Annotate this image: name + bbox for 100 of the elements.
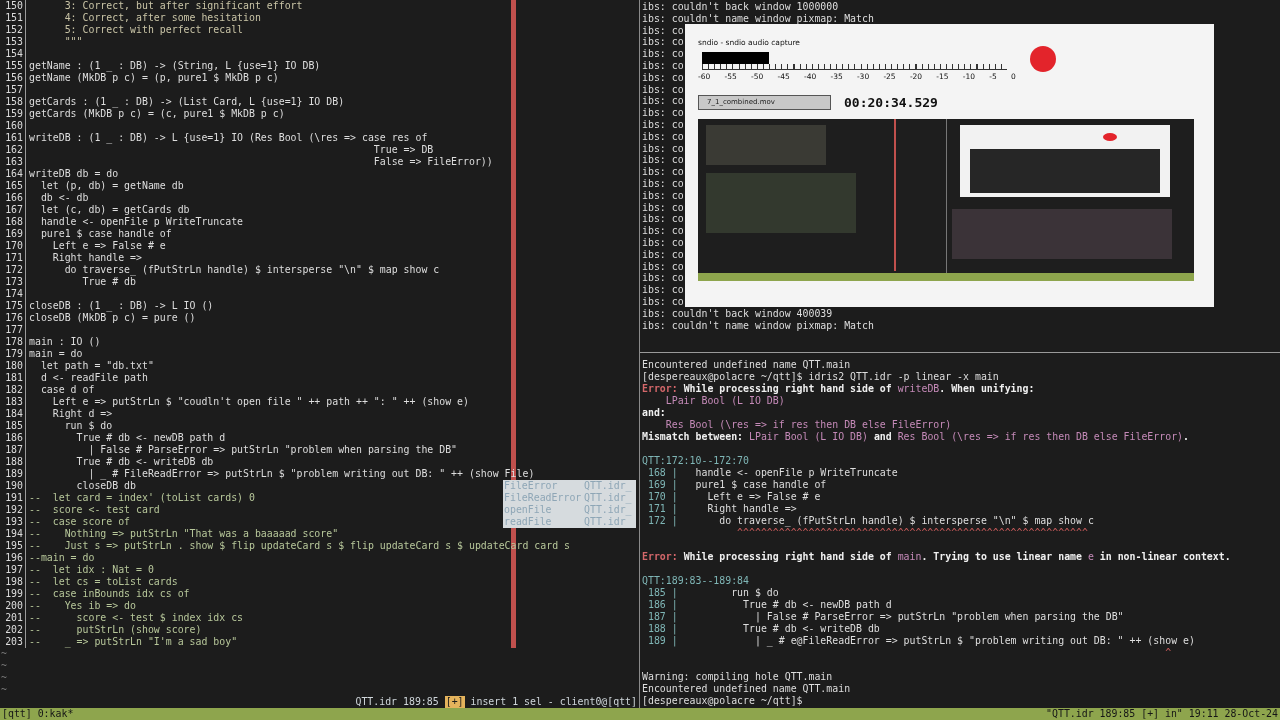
empty-line-marker: ~: [1, 648, 7, 659]
completion-item[interactable]: FileReadError QTT.idr_: [503, 492, 636, 504]
error-label: Error:: [642, 383, 678, 394]
line-number: 177: [0, 324, 26, 336]
terminal-text: ibs: co: [642, 71, 684, 83]
line-number: 157: [0, 84, 26, 96]
code-line: True => DB: [372, 144, 434, 156]
line-number: 172 |: [646, 515, 678, 526]
line-number: 174: [0, 288, 26, 300]
code-line: Right d =>: [51, 408, 113, 420]
line-number: 178: [0, 336, 26, 348]
terminal-text: ibs: co: [642, 118, 684, 130]
line-number: 186 |: [646, 599, 678, 610]
code-line: True # db <- writeDB db: [742, 623, 880, 634]
code-line: -- case score of: [28, 516, 131, 528]
code-line: getCards (MkDB p c) = (c, pure1 $ MkDB p c): [28, 108, 285, 120]
mismatch-message: Mismatch between: LPair Bool (L IO DB) and Res Bool (\res => if res then DB else FileError).: [642, 431, 1189, 442]
line-number: 165: [0, 180, 26, 192]
line-number: 183: [0, 396, 26, 408]
line-number: 170 |: [646, 491, 678, 502]
line-number: 166: [0, 192, 26, 204]
clock: 19:11 28-Oct-24: [1188, 708, 1278, 720]
terminal-text: ibs: co: [642, 189, 684, 201]
line-number: 154: [0, 48, 26, 60]
mode-indicator: insert 1 sel - client0@[qtt]: [470, 696, 637, 708]
empty-line-marker: ~: [1, 660, 7, 671]
terminal-text: ibs: co: [642, 130, 684, 142]
session-label[interactable]: [qtt] 0:kak*: [2, 708, 74, 720]
line-number: 150: [0, 0, 26, 12]
code-line: -- let card = index' (toList cards) 0: [28, 492, 255, 504]
line-number: 194: [0, 528, 26, 540]
code-line: Left e => False # e: [706, 491, 821, 502]
line-number: 185 |: [646, 587, 678, 598]
code-line: d <- readFile path: [39, 372, 148, 384]
error-underline: ^^^^^^^^^^^^^^^^^^^^^^^^^^^^^^^^^^^^^^^^^^^^^^^^^^^^^^^^^^^: [736, 527, 1088, 538]
line-number: 201: [0, 612, 26, 624]
line-number: 190: [0, 480, 26, 492]
code-line: run $ do: [63, 420, 113, 432]
completion-item[interactable]: readFile QTT.idr: [503, 516, 636, 528]
terminal-text: ibs: co: [642, 260, 684, 272]
terminal-text: Warning: compiling hole QTT.main: [642, 671, 833, 682]
completion-item[interactable]: openFile QTT.idr_: [503, 504, 636, 516]
terminal-text: ibs: co: [642, 177, 684, 189]
file-position: QTT.idr 189:85: [355, 696, 439, 708]
code-line: do traverse_ (fPutStrLn handle) $ intersperse "\n" $ map show c: [718, 515, 1094, 526]
terminal-text: ibs: co: [642, 166, 684, 178]
code-line: writeDB : (1 _ : DB) -> L {use=1} IO (Res Bool (\res => case res of: [28, 132, 428, 144]
code-line: | False # ParseError => putStrLn "problem when parsing the DB": [87, 444, 458, 456]
line-number: 164: [0, 168, 26, 180]
code-line: -- score <- test $ index idx cs: [28, 612, 244, 624]
error-message: While processing right hand side of main. Trying to use linear name e in non-linear context.: [683, 551, 1231, 562]
line-number: 153: [0, 36, 26, 48]
terminal-text: ibs: co: [642, 60, 684, 71]
type-expression: LPair Bool (L IO DB): [664, 395, 785, 406]
pane-title: "QTT.idr 189:85 [+] in": [1046, 708, 1183, 720]
line-number: 161: [0, 132, 26, 144]
terminal-text: Encountered undefined name QTT.main: [642, 359, 851, 370]
code-line: | False # ParseError => putStrLn "problem when parsing the DB": [753, 611, 1124, 622]
line-number: 187 |: [646, 611, 678, 622]
code-line: main : IO (): [28, 336, 101, 348]
terminal-text: ibs: co: [642, 142, 684, 154]
line-number: 191: [0, 492, 26, 504]
terminal-text: ibs: co: [642, 95, 684, 107]
code-line: handle <- openFile p WriteTruncate: [39, 216, 244, 228]
code-line: pure1 $ case handle of: [694, 479, 827, 490]
code-line: closeDB db: [75, 480, 136, 492]
terminal-text: ibs: co: [642, 24, 684, 36]
line-number: 170: [0, 240, 26, 252]
line-number: 156: [0, 72, 26, 84]
code-line: let path = "db.txt": [39, 360, 154, 372]
terminal-text: ibs: couldn't name window pixmap: Match: [642, 12, 874, 24]
terminal-text: ibs: co: [642, 272, 684, 284]
error-label: Error:: [642, 551, 678, 562]
terminal-text: ibs: co: [642, 236, 684, 248]
line-number: 184: [0, 408, 26, 420]
line-number: 168 |: [646, 467, 678, 478]
line-number: 155: [0, 60, 26, 72]
line-number: 193: [0, 516, 26, 528]
line-number: 180: [0, 360, 26, 372]
terminal-text: ibs: co: [642, 36, 684, 48]
line-number: 187: [0, 444, 26, 456]
line-number: 188: [0, 456, 26, 468]
terminal-text: ibs: co: [642, 201, 684, 213]
code-line: db <- db: [39, 192, 89, 204]
code-line: handle <- openFile p WriteTruncate: [694, 467, 898, 478]
code-line: -- let idx : Nat = 0: [28, 564, 154, 576]
completion-item[interactable]: FileError QTT.idr_: [503, 480, 636, 492]
line-number: 203: [0, 636, 26, 648]
terminal-text: and:: [642, 407, 666, 418]
code-line: do traverse_ (fPutStrLn handle) $ intersperse "\n" $ map show c: [63, 264, 440, 276]
error-message: While processing right hand side of writeDB. When unifying:: [683, 383, 1035, 394]
code-line: -- Yes ib => do: [28, 600, 136, 612]
terminal-text: ibs: co: [642, 107, 684, 119]
code-line: getName (MkDB p c) = (p, pure1 $ MkDB p c): [28, 72, 279, 84]
line-number: 158: [0, 96, 26, 108]
line-number: 163: [0, 156, 26, 168]
source-location: QTT:189:83--189:84: [642, 575, 749, 586]
terminal-text: ibs: co: [642, 225, 684, 237]
code-line: 4: Correct, after some hesitation: [63, 12, 261, 24]
code-line: True # db <- writeDB db: [75, 456, 214, 468]
